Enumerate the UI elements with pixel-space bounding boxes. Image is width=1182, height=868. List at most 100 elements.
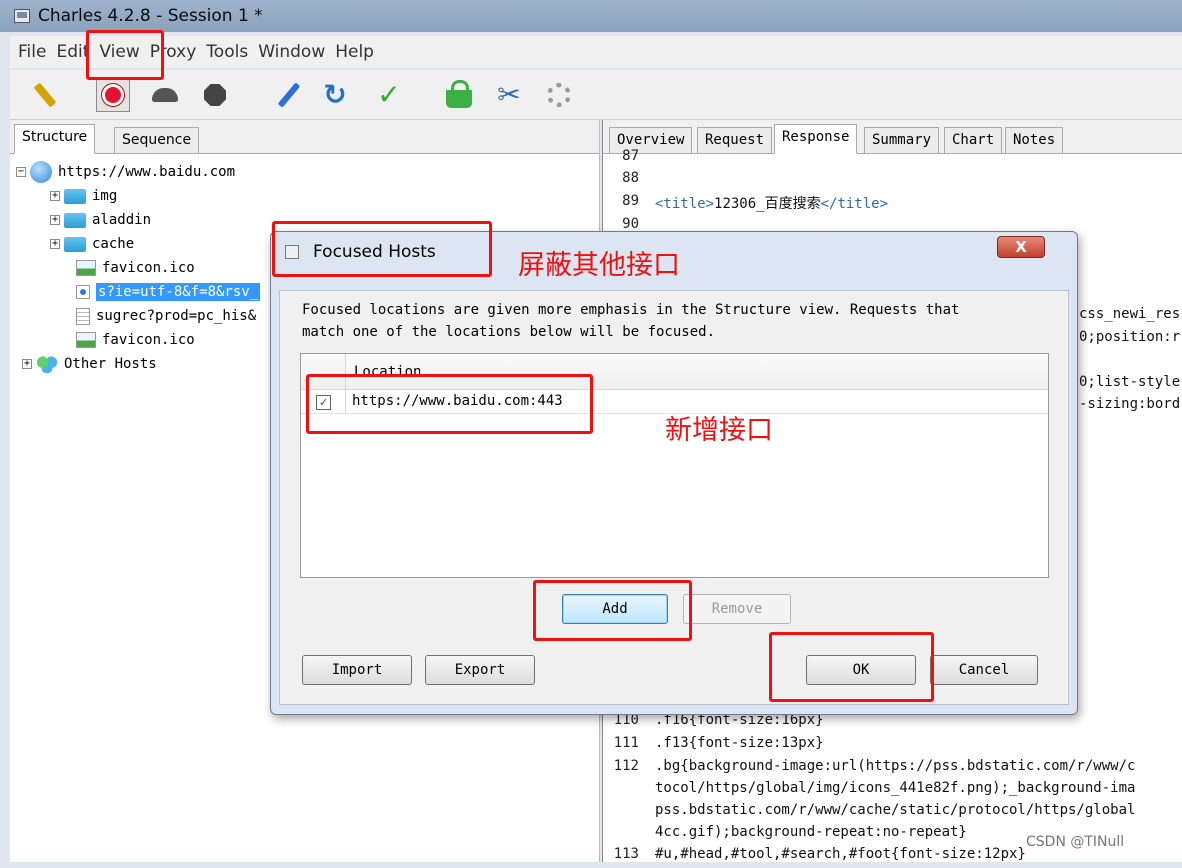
tree-label: sugrec?prod=pc_his& xyxy=(96,308,257,324)
tree-node-aladdin[interactable]: + aladdin xyxy=(50,209,151,231)
code-line: 112 .bg{background-image:url(https://pss… xyxy=(603,758,1182,780)
menu-window[interactable]: Window xyxy=(258,42,325,62)
stop-hexagon-icon xyxy=(204,84,226,106)
record-button[interactable] xyxy=(96,78,130,112)
globe-icon xyxy=(30,161,52,183)
line-number: 112 xyxy=(613,758,639,774)
code-text: tocol/https/global/img/icons_441e82f.png… xyxy=(655,780,1136,796)
throttle-button[interactable] xyxy=(148,78,182,112)
repeat-button[interactable]: ↻ xyxy=(318,78,352,112)
menu-help[interactable]: Help xyxy=(335,42,374,62)
tree-label: favicon.ico xyxy=(102,260,195,276)
code-line-peek: 0;position:r xyxy=(1079,329,1182,351)
clear-session-button[interactable] xyxy=(28,78,62,112)
dialog-body: Focused locations are given more emphasi… xyxy=(279,290,1069,705)
code-line-peek: 0;list-style xyxy=(1079,374,1182,396)
line-number xyxy=(603,802,655,824)
hosts-icon xyxy=(36,355,58,373)
html-tag: <title> xyxy=(655,196,715,212)
basket-icon xyxy=(446,80,472,108)
tab-sequence[interactable]: Sequence xyxy=(114,127,200,154)
validate-button[interactable]: ✓ xyxy=(372,78,406,112)
code-line: 110 .f16{font-size:16px} xyxy=(603,712,1182,734)
title-bar: Charles 4.2.8 - Session 1 * xyxy=(0,0,1182,32)
focused-hosts-dialog: Focused Hosts X Focused locations are gi… xyxy=(270,231,1078,715)
menu-edit[interactable]: Edit xyxy=(56,42,89,62)
cancel-button[interactable]: Cancel xyxy=(930,655,1038,685)
line-number xyxy=(603,780,655,802)
folder-icon xyxy=(64,188,86,204)
import-button[interactable]: Import xyxy=(302,655,412,685)
code-text: .f16{font-size:16px} xyxy=(655,712,824,728)
tree-label: https://www.baidu.com xyxy=(58,164,236,180)
export-button[interactable]: Export xyxy=(425,655,535,685)
folder-icon xyxy=(64,212,86,228)
tree-node-favicon-2[interactable]: favicon.ico xyxy=(76,329,195,351)
window-title: Charles 4.2.8 - Session 1 * xyxy=(38,6,263,26)
html-tag: </title> xyxy=(820,196,889,212)
expand-icon[interactable]: + xyxy=(50,215,60,225)
code-text: 0;list-style xyxy=(1079,374,1181,390)
tree-label: img xyxy=(92,188,118,204)
line-number: 90 xyxy=(622,216,639,230)
code-text: #u,#head,#tool,#search,#foot{font-size:1… xyxy=(655,846,1026,862)
turtle-icon xyxy=(152,88,178,102)
line-number xyxy=(603,824,655,846)
line-number: 110 xyxy=(613,712,639,728)
title-text: 12306_百度搜索 xyxy=(714,196,821,212)
menu-tools[interactable]: Tools xyxy=(206,42,248,62)
record-icon xyxy=(102,84,124,106)
expand-icon[interactable]: + xyxy=(22,359,32,369)
shopping-basket-button[interactable] xyxy=(442,78,476,112)
line-number: 89 xyxy=(622,193,639,209)
settings-button[interactable] xyxy=(542,78,576,112)
compose-button[interactable] xyxy=(272,78,306,112)
line-number: 88 xyxy=(622,170,639,186)
tree-node-other-hosts[interactable]: + Other Hosts xyxy=(22,353,157,375)
code-text: .bg{background-image:url(https://pss.bds… xyxy=(655,758,1136,774)
tree-node-sugrec[interactable]: sugrec?prod=pc_his& xyxy=(76,305,256,327)
description-line: Focused locations are given more emphasi… xyxy=(302,302,960,318)
line-number: 87 xyxy=(622,148,639,160)
tree-node-favicon[interactable]: favicon.ico xyxy=(76,257,195,279)
code-line: 89 <title>12306_百度搜索</title> xyxy=(603,193,1182,215)
code-line-peek: -sizing:bord xyxy=(1079,396,1182,418)
code-line: 111 .f13{font-size:13px} xyxy=(603,735,1182,757)
expand-icon[interactable]: + xyxy=(50,239,60,249)
tree-label: Other Hosts xyxy=(64,356,157,372)
tree-node-img[interactable]: + img xyxy=(50,185,117,207)
code-line: 90 xyxy=(603,216,1182,230)
left-tab-strip: Structure Sequence xyxy=(10,120,599,154)
highlight-add-button xyxy=(533,580,692,641)
remove-button[interactable]: Remove xyxy=(683,594,791,624)
code-line-peek: css_newi_res xyxy=(1079,306,1182,328)
highlight-view-menu xyxy=(86,30,164,80)
highlight-dialog-title xyxy=(272,221,492,277)
highlight-ok-button xyxy=(769,632,934,702)
tree-node-search-request[interactable]: s?ie=utf-8&f=8&rsv_ xyxy=(76,281,261,303)
charles-app-icon xyxy=(14,9,30,23)
tree-node-cache[interactable]: + cache xyxy=(50,233,134,255)
checkmark-icon: ✓ xyxy=(377,78,401,111)
tree-label: s?ie=utf-8&f=8&rsv_ xyxy=(96,283,261,301)
line-number: 113 xyxy=(613,846,639,862)
pen-icon xyxy=(277,82,301,108)
code-text: 4cc.gif);background-repeat:no-repeat} xyxy=(655,824,967,840)
collapse-icon[interactable]: − xyxy=(16,167,26,177)
tree-node-baidu[interactable]: − https://www.baidu.com xyxy=(16,161,235,183)
menu-bar: File Edit View Proxy Tools Window Help xyxy=(10,36,1182,68)
breakpoints-button[interactable] xyxy=(198,78,232,112)
annotation-block-others: 屏蔽其他接口 xyxy=(518,250,680,281)
code-text: pss.bdstatic.com/r/www/cache/static/prot… xyxy=(655,802,1136,818)
code-line: 87 xyxy=(603,148,1182,160)
code-line: tocol/https/global/img/icons_441e82f.png… xyxy=(603,780,1182,802)
code-line: 88 xyxy=(603,170,1182,192)
tools-button[interactable]: ✂ xyxy=(492,78,526,112)
tab-structure[interactable]: Structure xyxy=(14,124,96,154)
code-text: -sizing:bord xyxy=(1079,396,1181,412)
description-line: match one of the locations below will be… xyxy=(302,324,716,340)
menu-file[interactable]: File xyxy=(18,42,46,62)
close-button[interactable]: X xyxy=(997,236,1045,258)
expand-icon[interactable]: + xyxy=(50,191,60,201)
code-text: .f13{font-size:13px} xyxy=(655,735,824,751)
